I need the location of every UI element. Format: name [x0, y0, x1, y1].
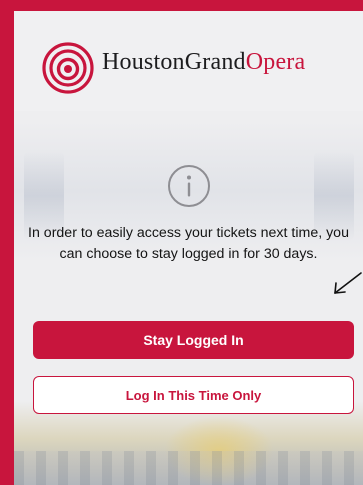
brand-name-primary: HoustonGrand [102, 49, 246, 75]
hand-drawn-arrow-icon [334, 272, 362, 294]
highlight-frame: HoustonGrandOpera In order to easily acc… [0, 0, 363, 485]
log-in-this-time-only-button[interactable]: Log In This Time Only [33, 376, 354, 414]
background-performers [14, 451, 363, 485]
hgo-logo-icon [42, 42, 94, 94]
brand-name-accent: Opera [245, 49, 306, 75]
stay-logged-in-button[interactable]: Stay Logged In [33, 321, 354, 359]
app-header: HoustonGrandOpera [14, 11, 363, 111]
info-icon [168, 165, 210, 207]
dialog-message: In order to easily access your tickets n… [28, 225, 349, 262]
login-dialog-screen: HoustonGrandOpera In order to easily acc… [14, 11, 363, 485]
brand-wordmark: HoustonGrandOpera [102, 49, 305, 76]
